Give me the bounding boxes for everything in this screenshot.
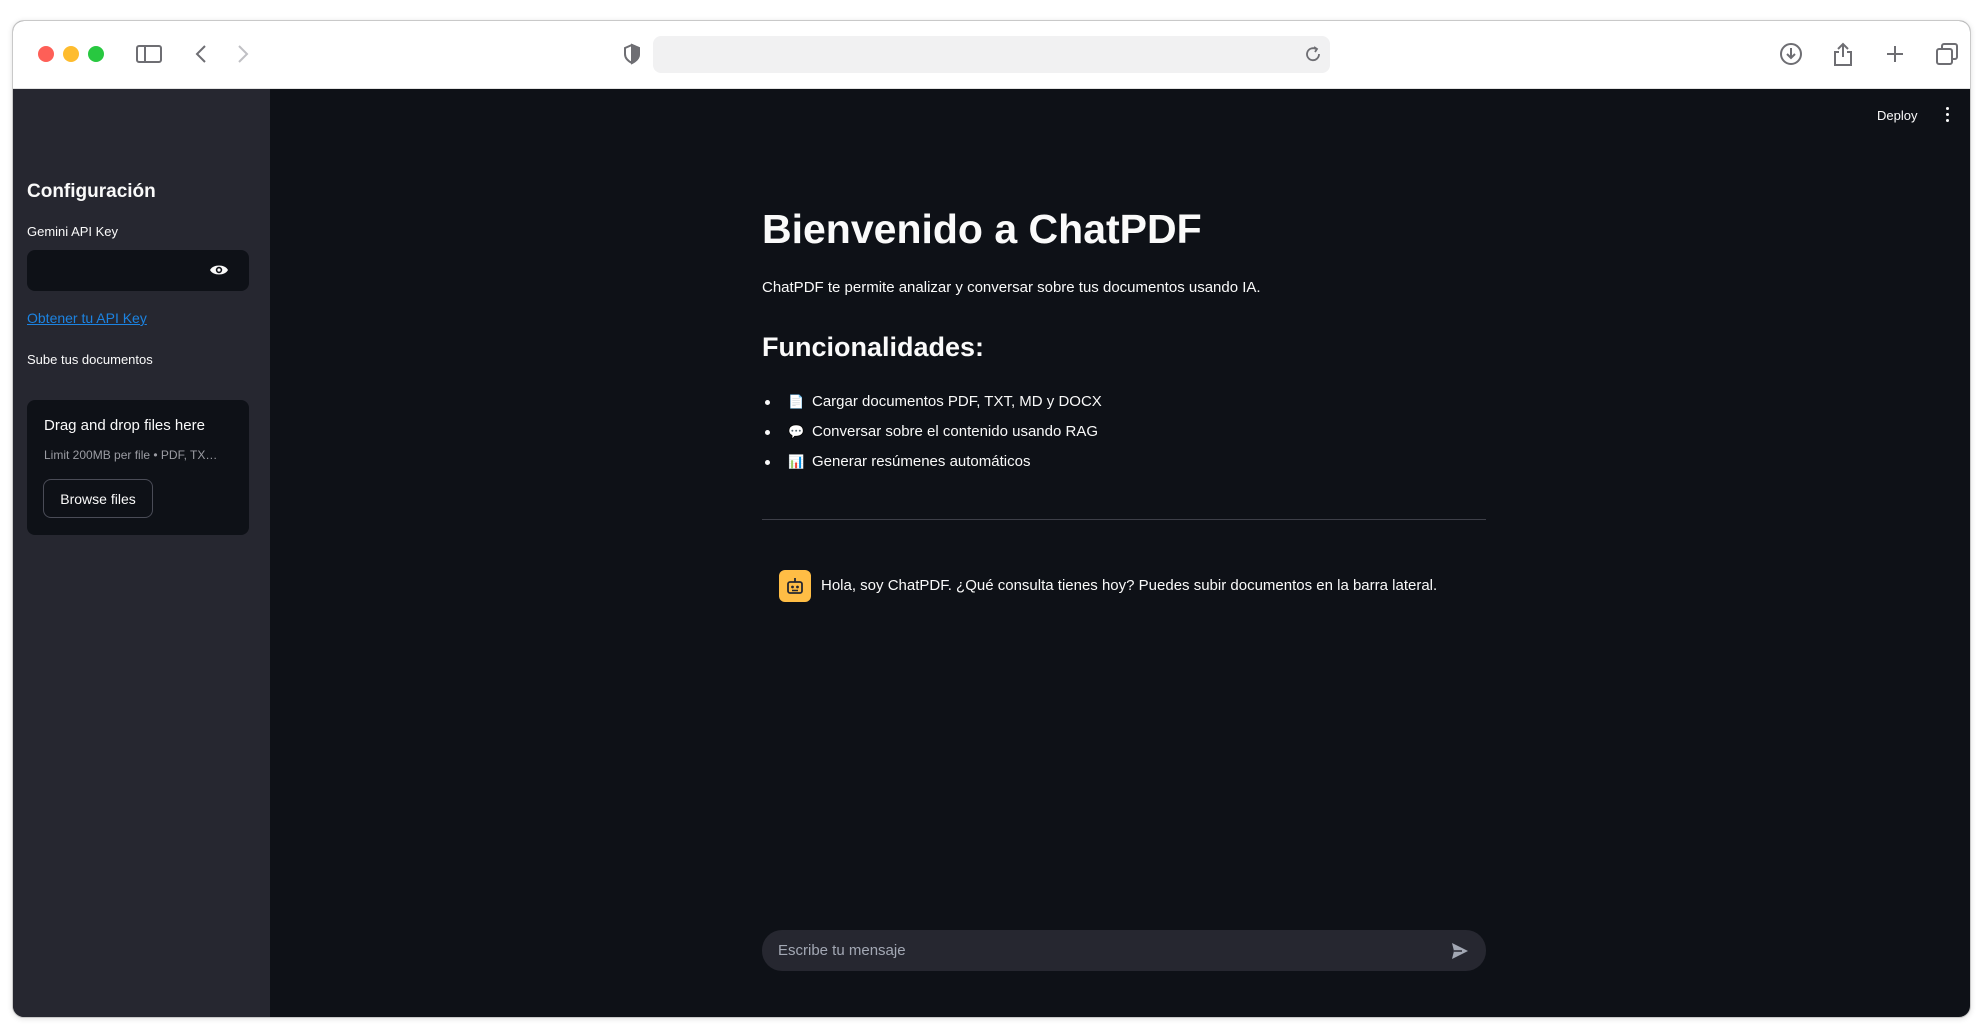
- browse-files-button[interactable]: Browse files: [43, 479, 153, 518]
- dropzone-title: Drag and drop files here: [44, 417, 205, 434]
- list-item: 📊 Generar resúmenes automáticos: [762, 447, 1102, 477]
- new-tab-icon[interactable]: [1880, 39, 1910, 69]
- url-input[interactable]: [653, 36, 1330, 73]
- bar-chart-icon: 📊: [788, 454, 805, 469]
- back-icon[interactable]: [186, 39, 216, 69]
- feature-text: Generar resúmenes automáticos: [812, 453, 1031, 470]
- download-icon[interactable]: [1776, 39, 1806, 69]
- features-list: 📄 Cargar documentos PDF, TXT, MD y DOCX 💬…: [762, 387, 1102, 477]
- deploy-button[interactable]: Deploy: [1877, 108, 1917, 123]
- bot-message: Hola, soy ChatPDF. ¿Qué consulta tienes …: [821, 577, 1438, 594]
- forward-icon[interactable]: [228, 39, 258, 69]
- divider: [762, 519, 1486, 520]
- document-icon: 📄: [788, 394, 805, 409]
- list-item: 📄 Cargar documentos PDF, TXT, MD y DOCX: [762, 387, 1102, 417]
- feature-text: Conversar sobre el contenido usando RAG: [812, 423, 1098, 440]
- chat-input[interactable]: [762, 930, 1412, 971]
- sidebar: Configuración Gemini API Key Obtener tu …: [13, 89, 270, 1017]
- sidebar-title: Configuración: [27, 181, 156, 202]
- minimize-window-button[interactable]: [63, 46, 79, 62]
- upload-label: Sube tus documentos: [27, 352, 153, 367]
- eye-icon[interactable]: [209, 262, 229, 278]
- dropzone-limit: Limit 200MB per file • PDF, TX…: [44, 448, 218, 462]
- intro-text: ChatPDF te permite analizar y conversar …: [762, 279, 1261, 296]
- speech-bubble-icon: 💬: [788, 424, 805, 439]
- bot-avatar: [779, 570, 811, 602]
- page-title: Bienvenido a ChatPDF: [762, 206, 1202, 252]
- sidebar-toggle-icon[interactable]: [134, 39, 164, 69]
- robot-icon: [787, 578, 803, 594]
- main-menu-icon[interactable]: [1943, 107, 1951, 125]
- api-key-input[interactable]: [27, 250, 207, 291]
- share-icon[interactable]: [1828, 39, 1858, 69]
- browser-window: Configuración Gemini API Key Obtener tu …: [12, 20, 1971, 1018]
- get-api-key-link[interactable]: Obtener tu API Key: [27, 310, 147, 326]
- api-key-field[interactable]: [27, 250, 249, 291]
- tabs-overview-icon[interactable]: [1932, 39, 1962, 69]
- address-bar[interactable]: [653, 36, 1330, 73]
- api-key-label: Gemini API Key: [27, 224, 119, 239]
- feature-text: Cargar documentos PDF, TXT, MD y DOCX: [812, 393, 1102, 410]
- reload-icon[interactable]: [1304, 45, 1322, 68]
- maximize-window-button[interactable]: [88, 46, 104, 62]
- list-item: 💬 Conversar sobre el contenido usando RAG: [762, 417, 1102, 447]
- features-heading: Funcionalidades:: [762, 332, 985, 362]
- browser-toolbar: [13, 21, 1970, 89]
- file-dropzone[interactable]: Drag and drop files here Limit 200MB per…: [27, 400, 249, 535]
- chat-input-box[interactable]: [762, 930, 1486, 971]
- send-icon[interactable]: [1450, 941, 1470, 961]
- shield-icon[interactable]: [617, 39, 647, 69]
- close-window-button[interactable]: [38, 46, 54, 62]
